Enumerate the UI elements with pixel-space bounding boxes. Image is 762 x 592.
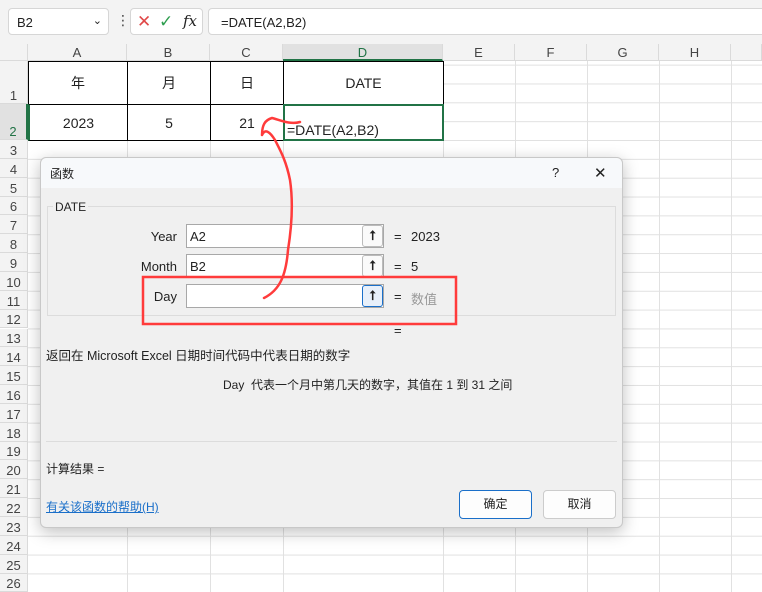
arrow-annotation <box>260 116 302 300</box>
annotation-overlay <box>141 116 458 326</box>
highlight-box <box>141 275 458 326</box>
